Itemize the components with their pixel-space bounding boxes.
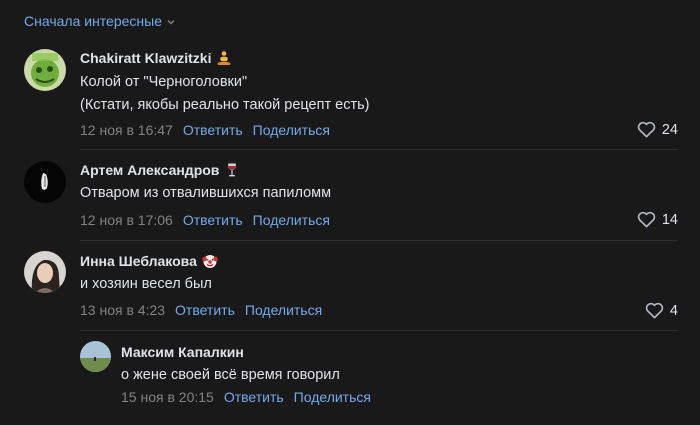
comment-author[interactable]: Максим Капалкин bbox=[121, 344, 244, 360]
like-count: 4 bbox=[669, 302, 678, 319]
comment-timestamp[interactable]: 12 ноя в 16:47 bbox=[80, 122, 173, 138]
comment-author[interactable]: Chakiratt Klawzitzki bbox=[80, 50, 211, 66]
reply-button[interactable]: Ответить bbox=[183, 122, 243, 138]
sort-label: Сначала интересные bbox=[24, 13, 162, 29]
comment-timestamp[interactable]: 15 ноя в 20:15 bbox=[121, 389, 214, 405]
wine-glass-icon bbox=[224, 162, 240, 178]
divider bbox=[80, 240, 678, 241]
reply-button[interactable]: Ответить bbox=[183, 212, 243, 228]
share-button[interactable]: Поделиться bbox=[294, 389, 371, 405]
share-button[interactable]: Поделиться bbox=[245, 302, 322, 318]
comment-text-line: о жене своей всё время говорил bbox=[121, 367, 340, 383]
divider bbox=[80, 149, 678, 150]
comment-author[interactable]: Инна Шеблакова bbox=[80, 253, 197, 269]
like-count: 14 bbox=[661, 211, 678, 228]
heart-icon bbox=[637, 121, 656, 138]
avatar[interactable] bbox=[80, 341, 111, 372]
like-button[interactable]: 4 bbox=[645, 302, 678, 319]
heart-icon bbox=[637, 211, 656, 228]
comment-text-line: Отваром из отвалившихся папиломм bbox=[80, 185, 332, 201]
comment-text-line: и хозяин весел был bbox=[80, 276, 212, 292]
avatar[interactable] bbox=[24, 161, 66, 203]
share-button[interactable]: Поделиться bbox=[253, 122, 330, 138]
avatar[interactable] bbox=[24, 251, 66, 293]
like-button[interactable]: 24 bbox=[637, 121, 678, 138]
like-count: 24 bbox=[661, 121, 678, 138]
like-button[interactable]: 14 bbox=[637, 211, 678, 228]
comment-text-line: (Кстати, якобы реально такой рецепт есть… bbox=[80, 97, 370, 113]
avatar[interactable] bbox=[24, 49, 66, 91]
clown-face-icon bbox=[202, 253, 218, 269]
comment-timestamp[interactable]: 13 ноя в 4:23 bbox=[80, 302, 165, 318]
reply-button[interactable]: Ответить bbox=[224, 389, 284, 405]
heart-icon bbox=[645, 302, 664, 319]
reply-button[interactable]: Ответить bbox=[175, 302, 235, 318]
share-button[interactable]: Поделиться bbox=[253, 212, 330, 228]
comment-timestamp[interactable]: 12 ноя в 17:06 bbox=[80, 212, 173, 228]
sort-dropdown[interactable]: Сначала интересные bbox=[24, 13, 176, 29]
comment-author[interactable]: Артем Александров bbox=[80, 162, 219, 178]
meditating-person-icon bbox=[216, 50, 232, 66]
chevron-down-icon bbox=[167, 20, 175, 25]
divider bbox=[80, 330, 678, 331]
comment-text-line: Колой от "Черноголовки" bbox=[80, 74, 248, 90]
